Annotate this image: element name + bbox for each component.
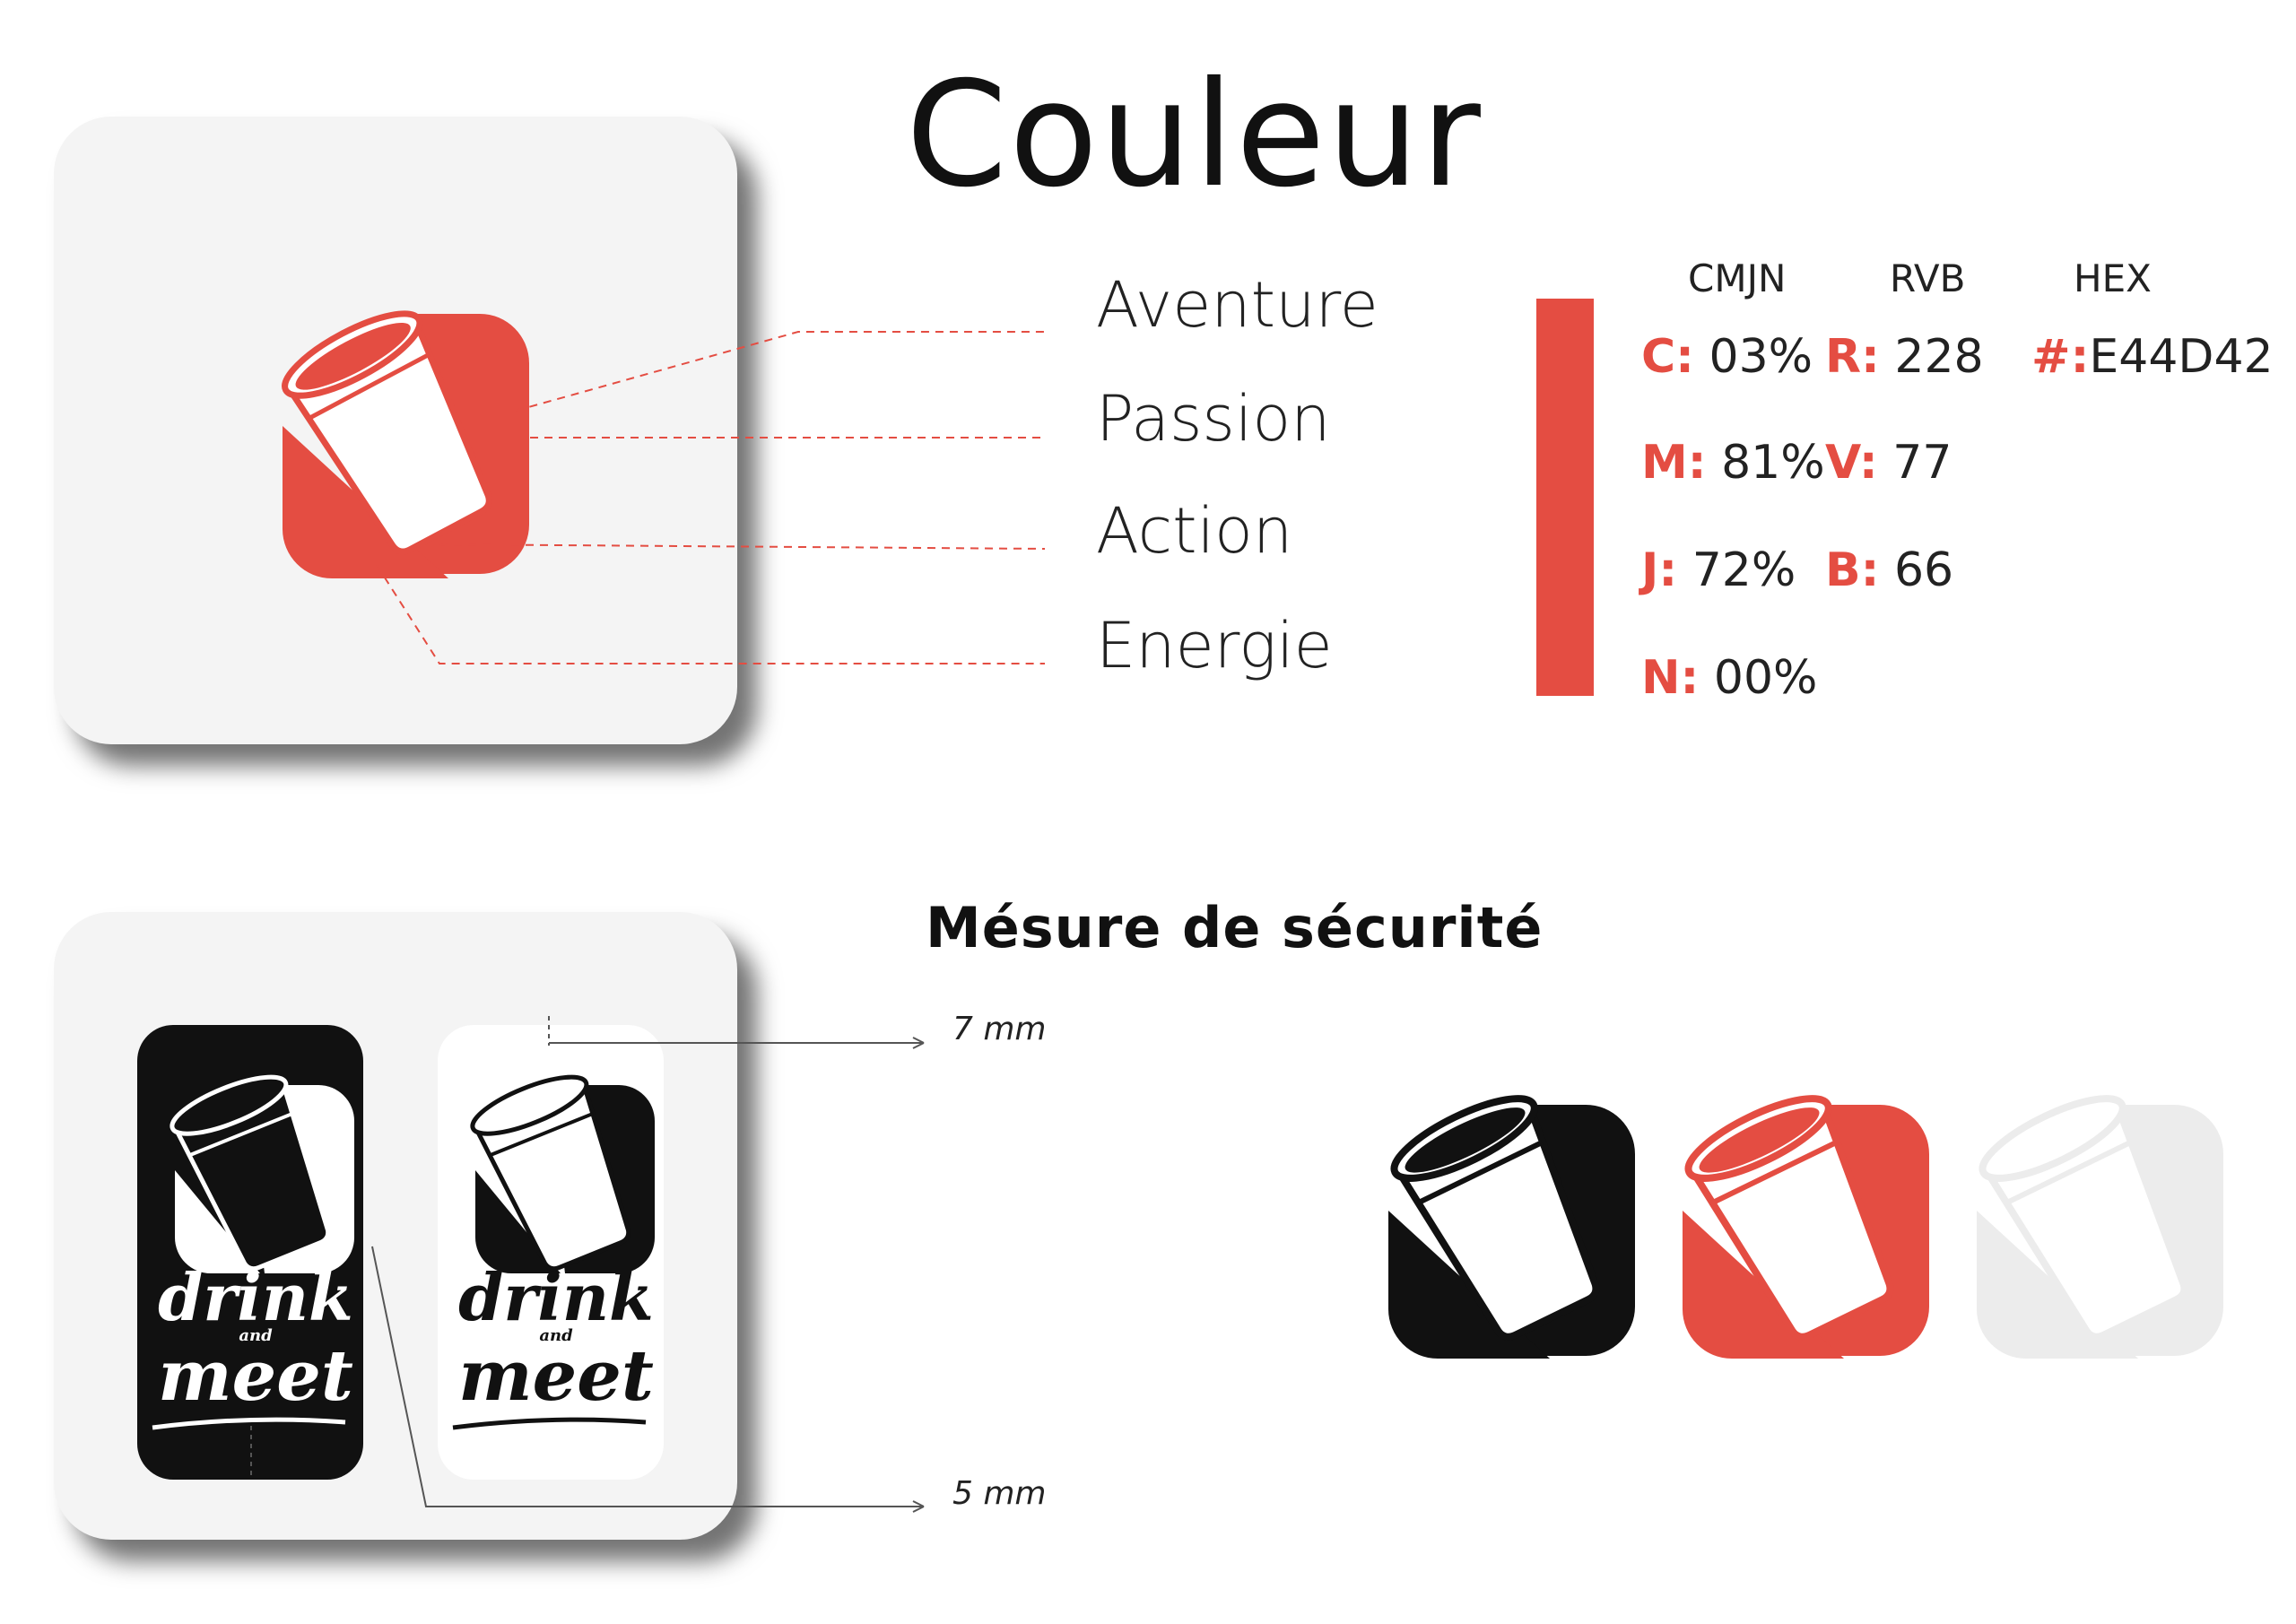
cmjn-m: M: 81% xyxy=(1641,436,1825,490)
rvb-v: V: 77 xyxy=(1825,436,1952,490)
hex-value: #:E44D42 xyxy=(2031,330,2274,384)
cup-logo-icon-variant-grey xyxy=(1977,1095,2223,1359)
header-hex: HEX xyxy=(2074,256,2152,300)
header-rvb: RVB xyxy=(1890,256,1966,300)
cup-logo-icon-variant-red xyxy=(1683,1095,1929,1359)
cup-logo-icon xyxy=(282,310,529,578)
header-cmjn: CMJN xyxy=(1688,256,1787,300)
rvb-b: B: 66 xyxy=(1825,543,1954,597)
meaning-word: Action xyxy=(1096,494,1293,568)
measure-bottom-label: 5 mm xyxy=(952,1475,1047,1512)
measure-top-label: 7 mm xyxy=(952,1011,1047,1047)
logo-wordmark-black: drink and meet xyxy=(453,1259,659,1417)
meaning-word: Energie xyxy=(1096,609,1333,682)
logo-wordmark-white: drink and meet xyxy=(152,1259,359,1417)
wordmark-line3: meet xyxy=(458,1334,654,1417)
wordmark-line3: meet xyxy=(158,1334,353,1417)
cup-logo-icon-white xyxy=(170,1074,354,1273)
meaning-word: Passion xyxy=(1096,382,1331,456)
cmjn-j: J: 72% xyxy=(1641,543,1796,597)
page-title: Couleur xyxy=(906,51,1483,220)
rvb-r: R: 228 xyxy=(1825,330,1984,384)
cmjn-n: N: 00% xyxy=(1641,651,1818,705)
cmjn-c: C: 03% xyxy=(1641,330,1813,384)
cup-logo-icon-black xyxy=(470,1074,655,1273)
meaning-word: Aventure xyxy=(1096,268,1378,342)
section-subtitle: Mésure de sécurité xyxy=(926,895,1544,960)
wordmark-line1: drink xyxy=(458,1259,654,1335)
wordmark-line1: drink xyxy=(158,1259,353,1335)
brand-color-swatch xyxy=(1536,299,1594,696)
cup-logo-icon-variant-black xyxy=(1388,1095,1635,1359)
